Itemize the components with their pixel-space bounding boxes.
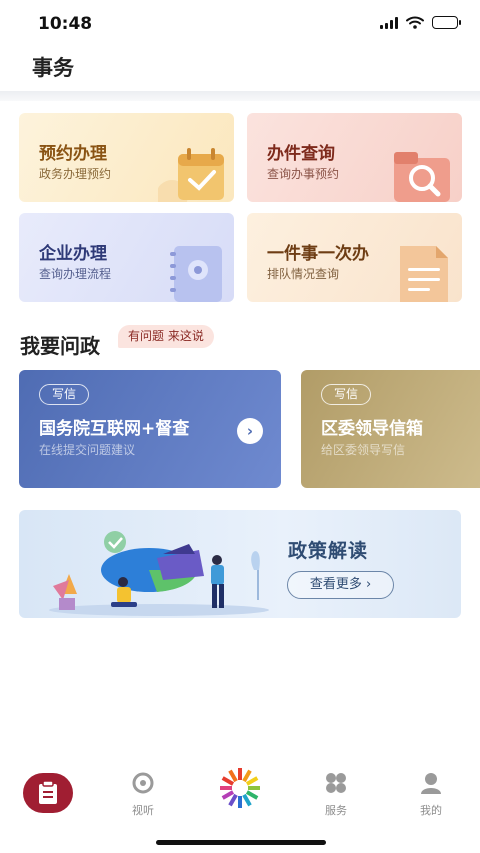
card-appointment[interactable]: 预约办理 政务办理预约: [19, 113, 234, 202]
petition-title: 区委领导信箱: [321, 419, 423, 439]
policy-banner[interactable]: 政策解读 查看更多 ›: [19, 510, 461, 618]
document-icon: [400, 246, 448, 302]
page-title: 事务: [32, 56, 74, 80]
tab-audiovisual[interactable]: 视听: [113, 772, 173, 818]
card-subtitle: 排队情况查询: [267, 267, 340, 281]
card-subtitle: 查询办事预约: [267, 167, 340, 181]
tab-profile[interactable]: 我的: [401, 772, 461, 818]
card-subtitle: 政务办理预约: [39, 167, 112, 181]
home-indicator: [156, 840, 326, 845]
battery-icon: [432, 16, 461, 29]
tab-label: 服务: [325, 804, 347, 817]
view-more-button[interactable]: 查看更多 ›: [287, 571, 394, 599]
user-icon: [421, 773, 441, 794]
tab-affairs[interactable]: [23, 773, 73, 813]
write-letter-tag: 写信: [321, 384, 372, 405]
notebook-icon: [170, 246, 222, 302]
card-subtitle: 查询办理流程: [39, 267, 112, 281]
tab-label: 视听: [132, 804, 154, 817]
folder-search-icon: [394, 152, 450, 202]
policy-title: 政策解读: [288, 540, 369, 562]
petition-card-state-council[interactable]: 写信 国务院互联网+督查 在线提交问题建议 ›: [19, 370, 281, 488]
starburst-logo-icon: [220, 768, 260, 808]
status-icons: [380, 16, 461, 29]
tab-label: 我的: [420, 804, 442, 817]
clipboard-icon: [39, 780, 57, 804]
grid-icon: [326, 773, 346, 793]
tab-center[interactable]: [210, 766, 270, 814]
play-disc-icon: [132, 772, 154, 794]
card-one-stop[interactable]: 一件事一次办 排队情况查询: [247, 213, 462, 302]
petition-subtitle: 给区委领导写信: [321, 443, 406, 457]
tab-bar: 视听 服务 我的: [0, 760, 480, 820]
card-case-query[interactable]: 办件查询 查询办事预约: [247, 113, 462, 202]
wifi-icon: [406, 16, 424, 29]
calendar-check-icon: [158, 148, 224, 202]
tab-services[interactable]: 服务: [306, 772, 366, 818]
card-title: 企业办理: [39, 244, 107, 264]
section-badge: 有问题 来这说: [118, 325, 214, 348]
petition-title: 国务院互联网+督查: [39, 419, 190, 439]
chevron-right-icon[interactable]: ›: [237, 418, 263, 444]
header-divider: [0, 91, 480, 101]
status-bar: 10:48: [0, 0, 480, 48]
status-time: 10:48: [38, 14, 93, 34]
card-title: 一件事一次办: [267, 244, 369, 264]
card-enterprise[interactable]: 企业办理 查询办理流程: [19, 213, 234, 302]
card-title: 办件查询: [267, 144, 335, 164]
write-letter-tag: 写信: [39, 384, 90, 405]
cellular-signal-icon: [380, 16, 398, 29]
policy-illustration: [49, 531, 269, 616]
petition-subtitle: 在线提交问题建议: [39, 443, 136, 457]
card-title: 预约办理: [39, 144, 107, 164]
petition-card-district-mailbox[interactable]: 写信 区委领导信箱 给区委领导写信: [301, 370, 480, 488]
section-title: 我要问政: [20, 334, 100, 358]
